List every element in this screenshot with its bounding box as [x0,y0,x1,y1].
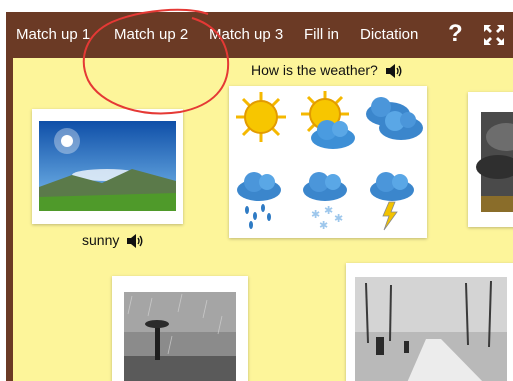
answer-word: sunny [82,232,144,249]
snowy-road-image [355,277,507,381]
stormy-icon [370,172,414,231]
sunny-landscape-image [39,121,176,211]
question-prompt: How is the weather? [251,62,403,79]
speaker-icon[interactable] [126,234,144,249]
snowy-icon: ✱ ✱✱✱ [303,172,347,232]
speaker-icon[interactable] [385,64,403,79]
help-button[interactable]: ? [448,20,463,48]
fullscreen-button[interactable] [483,24,505,51]
tab-fill-in[interactable]: Fill in [304,22,339,48]
sunny-icon [236,92,286,142]
rainy-icon [237,172,281,229]
answer-word-text: sunny [82,232,120,248]
app-window: Match up 1 Match up 2 Match up 3 Fill in… [0,0,513,381]
question-text: How is the weather? [251,62,378,78]
weather-icon-board: ✱ ✱ ✱ ✱ [229,86,427,238]
stormy-photo-card[interactable] [468,92,513,227]
rainy-street-image [124,292,236,381]
rainy-photo-card[interactable] [112,276,248,381]
question-icon: ? [448,20,463,47]
partly-cloudy-icon [301,91,355,149]
stormy-sky-image [476,112,513,212]
tab-match-up-3[interactable]: Match up 3 [209,22,283,48]
sunny-photo-card[interactable] [32,109,183,224]
activity-area: How is the weather? ✱ ✱ ✱ ✱ sunny [13,58,513,381]
svg-text:✱: ✱ [324,204,333,217]
svg-text:✱: ✱ [334,212,343,225]
tab-dictation[interactable]: Dictation [360,22,418,48]
tab-match-up-2[interactable]: Match up 2 [114,22,188,48]
cloudy-icon [366,97,423,140]
snowy-photo-card[interactable] [346,263,513,381]
fullscreen-icon [484,25,504,45]
tab-match-up-1[interactable]: Match up 1 [16,22,90,48]
svg-text:✱: ✱ [319,219,328,232]
